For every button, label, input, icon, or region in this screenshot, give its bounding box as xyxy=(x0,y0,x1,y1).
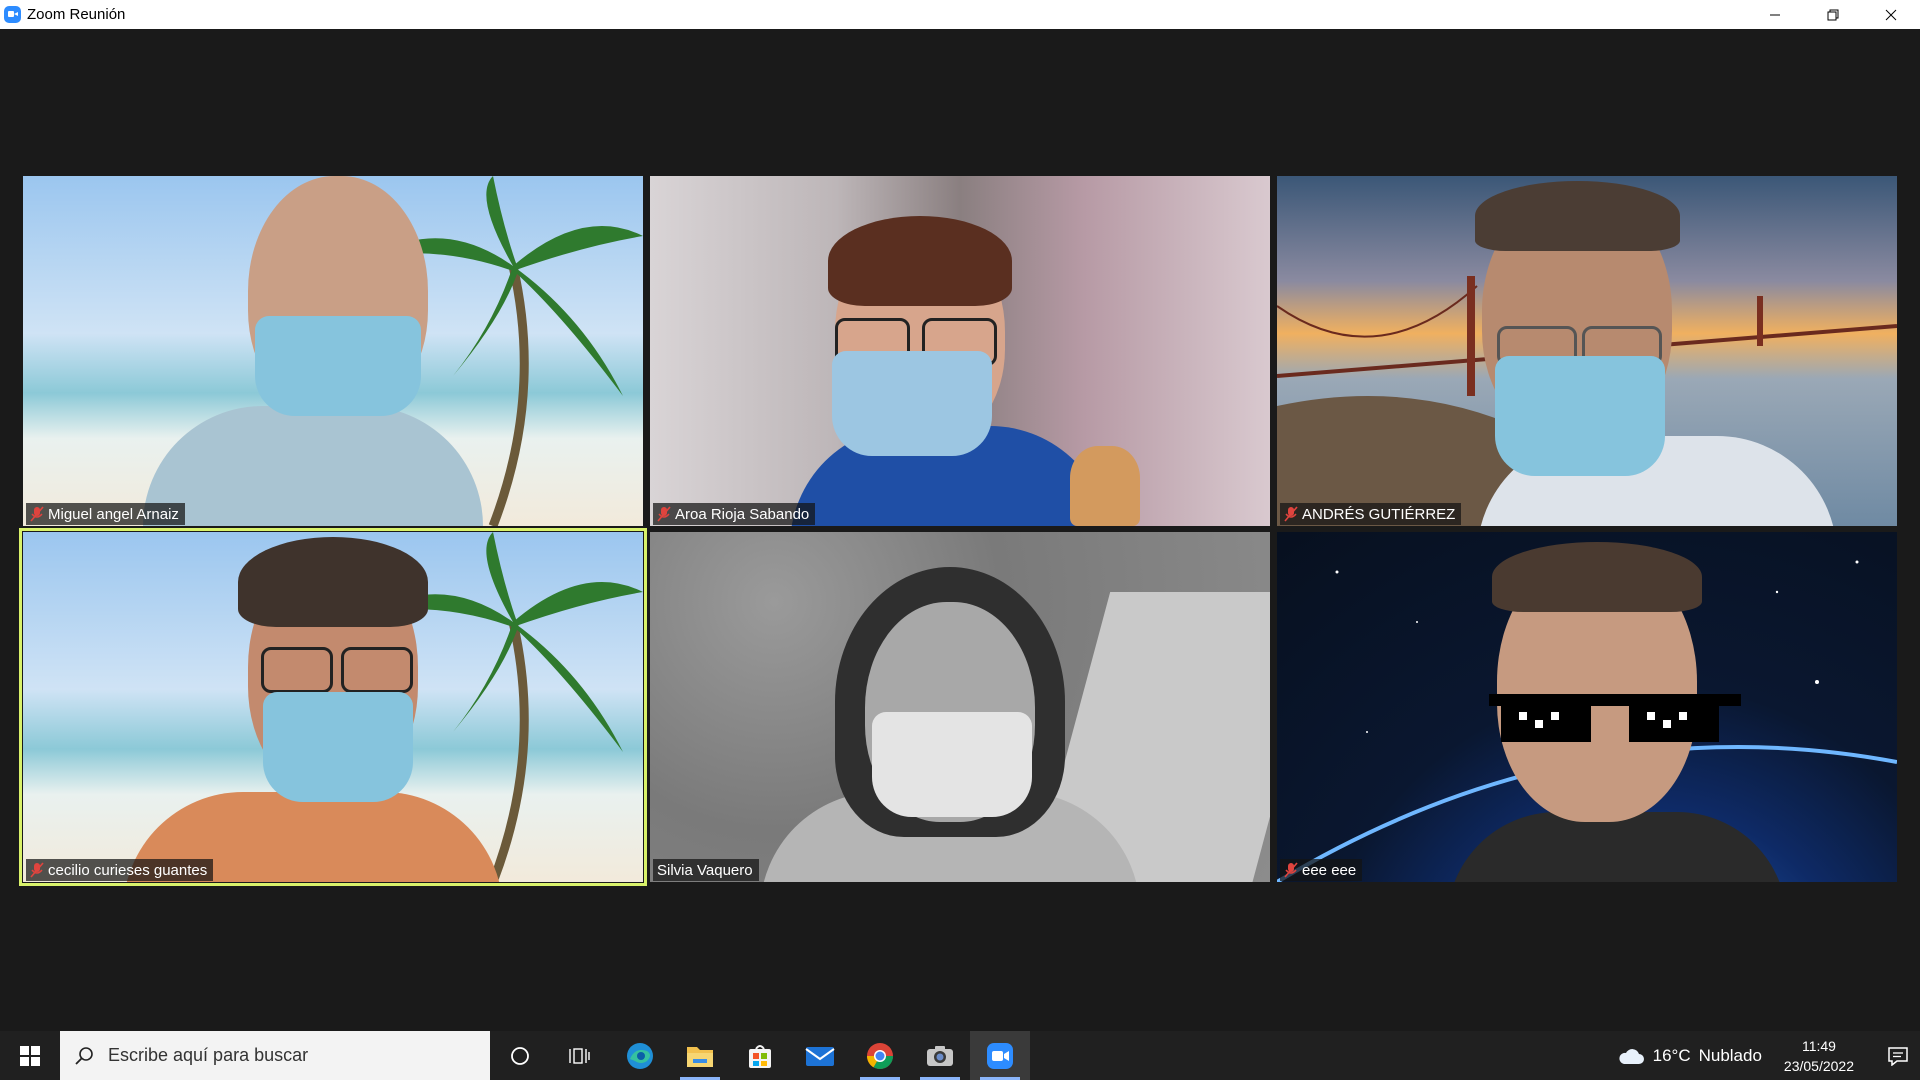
video-tile-6[interactable]: eee eee xyxy=(1277,532,1897,882)
chrome-button[interactable] xyxy=(850,1031,910,1080)
eyeglasses xyxy=(341,647,413,693)
title-bar: Zoom Reunión xyxy=(0,0,1920,29)
file-explorer-icon xyxy=(687,1046,713,1067)
search-placeholder: Escribe aquí para buscar xyxy=(108,1045,309,1065)
close-button[interactable] xyxy=(1862,0,1920,29)
task-view-icon xyxy=(569,1047,590,1064)
participant-hair xyxy=(1492,542,1702,612)
participant-name-tag: eee eee xyxy=(1280,859,1363,881)
minimize-icon xyxy=(1770,14,1780,15)
participant-name: Miguel angel Arnaiz xyxy=(48,505,179,523)
mic-muted-icon xyxy=(30,506,44,522)
notification-icon xyxy=(1888,1046,1908,1066)
video-tile-2[interactable]: Aroa Rioja Sabando xyxy=(650,176,1270,526)
participant-name: Aroa Rioja Sabando xyxy=(675,505,810,523)
windows-logo-icon xyxy=(20,1045,40,1066)
window-controls xyxy=(1746,0,1920,29)
system-tray: 16°C Nublado 11:49 23/05/2022 xyxy=(1617,1031,1920,1080)
store-icon xyxy=(749,1044,771,1068)
zoom-icon xyxy=(987,1042,1013,1069)
minimize-button[interactable] xyxy=(1746,0,1804,29)
start-button[interactable] xyxy=(0,1031,60,1080)
participant-name: ANDRÉS GUTIÉRREZ xyxy=(1302,505,1456,523)
mic-muted-icon xyxy=(30,862,44,878)
mic-muted-icon xyxy=(1284,506,1298,522)
window-title: Zoom Reunión xyxy=(27,6,126,23)
participant-name-tag: ANDRÉS GUTIÉRREZ xyxy=(1280,503,1462,525)
video-tile-5[interactable]: Silvia Vaquero xyxy=(650,532,1270,882)
video-tile-4-active-speaker[interactable]: cecilio curieses guantes xyxy=(19,528,647,886)
weather-condition: Nublado xyxy=(1698,1045,1762,1065)
mail-button[interactable] xyxy=(790,1031,850,1080)
video-tile-3[interactable]: ANDRÉS GUTIÉRREZ xyxy=(1277,176,1897,526)
participant-name: cecilio curieses guantes xyxy=(48,861,208,879)
zoom-button[interactable] xyxy=(970,1031,1030,1080)
weather-temperature: 16°C xyxy=(1652,1045,1691,1065)
close-icon xyxy=(1885,9,1897,20)
file-explorer-button[interactable] xyxy=(670,1031,730,1080)
participant-name-tag: Silvia Vaquero xyxy=(653,859,759,881)
clock-time: 11:49 xyxy=(1801,1037,1836,1054)
face-mask xyxy=(255,316,421,416)
edge-button[interactable] xyxy=(610,1031,670,1080)
task-view-button[interactable] xyxy=(550,1031,610,1080)
camera-button[interactable] xyxy=(910,1031,970,1080)
participant-hair xyxy=(828,216,1012,306)
clock-date: 23/05/2022 xyxy=(1783,1057,1854,1074)
participant-name-tag: Aroa Rioja Sabando xyxy=(653,503,816,525)
gallery-view: Miguel angel Arnaiz Aroa Rioja Sabando A… xyxy=(0,29,1920,1031)
face-mask xyxy=(263,692,413,802)
participant-name-tag: cecilio curieses guantes xyxy=(26,859,214,881)
cloud-icon xyxy=(1619,1048,1644,1064)
edge-icon xyxy=(627,1042,653,1069)
face-mask xyxy=(872,712,1032,817)
participant-hair xyxy=(238,537,428,627)
video-tile-1[interactable]: Miguel angel Arnaiz xyxy=(23,176,643,526)
weather-widget[interactable]: 16°C Nublado xyxy=(1617,1046,1762,1066)
face-mask xyxy=(832,351,992,456)
participant-hair xyxy=(1475,181,1680,251)
cortana-button[interactable] xyxy=(490,1031,550,1080)
windows-taskbar: Escribe aquí para buscar 16°C Nublado 11… xyxy=(0,1031,1920,1080)
mic-muted-icon xyxy=(1284,862,1298,878)
zoom-app-icon xyxy=(4,6,21,23)
restore-button[interactable] xyxy=(1804,0,1862,29)
taskbar-clock[interactable]: 11:49 23/05/2022 xyxy=(1784,1036,1854,1076)
camera-icon xyxy=(927,1045,953,1066)
participant-name: Silvia Vaquero xyxy=(657,861,753,879)
mail-icon xyxy=(805,1046,835,1066)
mic-muted-icon xyxy=(657,506,671,522)
notifications-button[interactable] xyxy=(1876,1031,1920,1080)
face-mask xyxy=(1495,356,1665,476)
chrome-icon xyxy=(866,1042,894,1069)
participant-name: eee eee xyxy=(1302,861,1357,879)
restore-icon xyxy=(1827,9,1839,20)
cortana-icon xyxy=(511,1046,529,1065)
taskbar-search-box[interactable]: Escribe aquí para buscar xyxy=(60,1031,490,1080)
participant-name-tag: Miguel angel Arnaiz xyxy=(26,503,185,525)
store-button[interactable] xyxy=(730,1031,790,1080)
search-icon xyxy=(75,1046,93,1065)
eyeglasses xyxy=(261,647,333,693)
pixel-sunglasses-icon xyxy=(1489,694,1741,742)
dog-sticker xyxy=(1070,446,1140,526)
